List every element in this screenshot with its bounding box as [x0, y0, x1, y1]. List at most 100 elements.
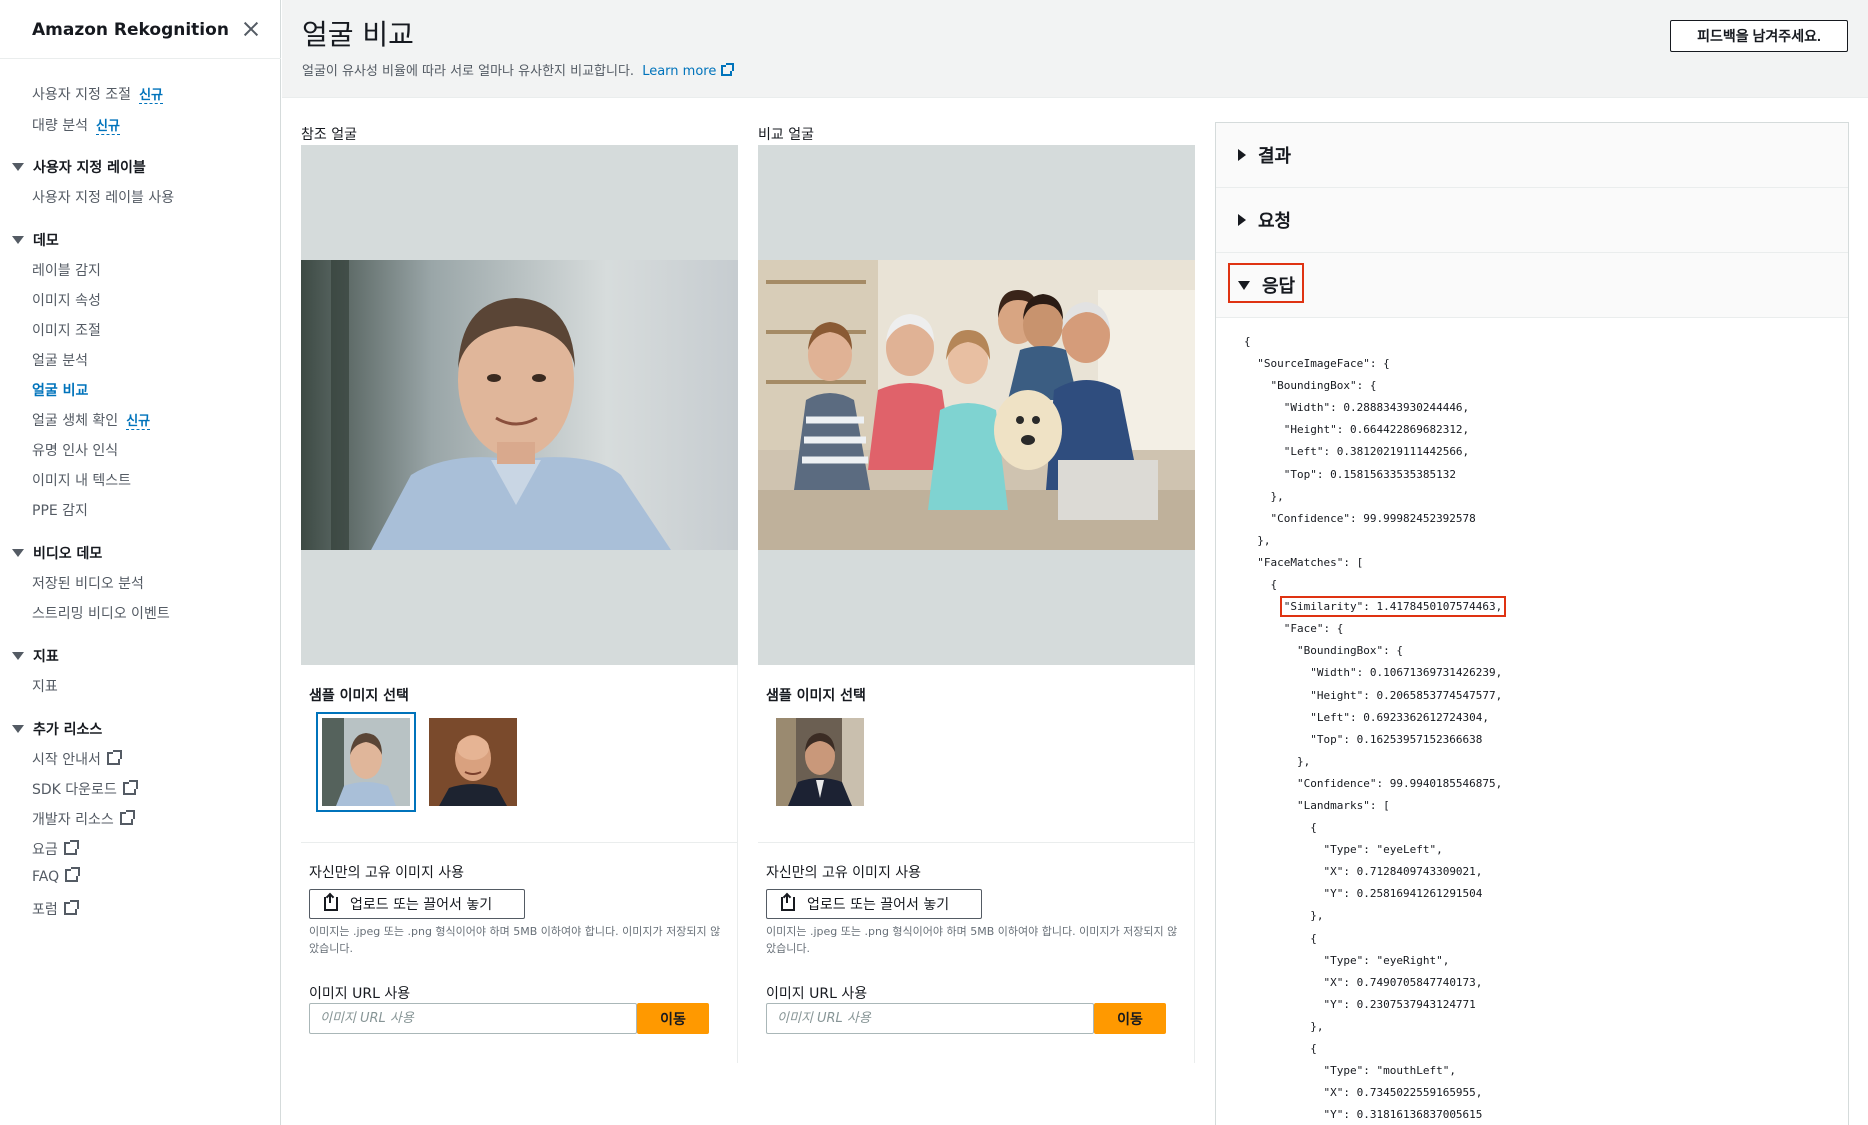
json-line: { — [1310, 1042, 1317, 1055]
comparison-face-label: 비교 얼굴 — [758, 127, 814, 143]
sidebar-item-label: 대량 분석 — [32, 118, 88, 134]
external-link-icon — [106, 750, 122, 765]
json-line: "BoundingBox": { — [1270, 379, 1377, 393]
sidebar-item-face-analysis[interactable]: 얼굴 분석 — [32, 350, 88, 370]
sample-images-title: 샘플 이미지 선택 — [766, 688, 866, 704]
section-demos[interactable]: 데모 — [12, 230, 59, 250]
sidebar-item-streaming-video[interactable]: 스트리밍 비디오 이벤트 — [32, 603, 170, 623]
section-title: 사용자 지정 레이블 — [33, 160, 146, 176]
upload-button-label: 업로드 또는 끌어서 놓기 — [350, 897, 493, 913]
reference-image-area[interactable] — [301, 145, 738, 665]
sidebar-item-celebrity-recognition[interactable]: 유명 인사 인식 — [32, 440, 118, 460]
comparison-image-area[interactable] — [758, 145, 1195, 665]
json-line: "Similarity": 1.4178450107574463, — [1244, 596, 1507, 618]
external-link-icon — [63, 840, 79, 855]
request-section-header[interactable]: 요청 — [1216, 188, 1848, 253]
sidebar-item-developer-resources[interactable]: 개발자 리소스 — [32, 809, 135, 829]
upload-button[interactable]: 업로드 또는 끌어서 놓기 — [766, 889, 982, 919]
section-video-demos[interactable]: 비디오 데모 — [12, 543, 102, 563]
json-line: "Landmarks": [ — [1296, 798, 1390, 812]
json-line: "Left": 0.6923362612724304, — [1310, 710, 1490, 724]
section-custom-labels[interactable]: 사용자 지정 레이블 — [12, 157, 146, 177]
sidebar-item-bulk-analysis[interactable]: 대량 분석 신규 — [32, 115, 120, 135]
json-line: }, — [1296, 754, 1311, 768]
reference-face-label: 참조 얼굴 — [301, 127, 357, 143]
results-section-header[interactable]: 결과 — [1216, 123, 1848, 188]
json-line: "Confidence": 99.9940185546875, — [1296, 776, 1503, 790]
image-url-input[interactable] — [309, 1003, 637, 1034]
sidebar-title[interactable]: Amazon Rekognition — [32, 20, 229, 40]
caret-down-icon — [1238, 281, 1250, 290]
json-line: "Face": { — [1283, 622, 1344, 636]
sidebar-item-forum[interactable]: 포럼 — [32, 899, 79, 919]
external-link-icon[interactable] — [721, 63, 735, 76]
external-link-icon — [63, 900, 79, 915]
sample-thumbnail-1[interactable] — [776, 718, 864, 806]
sidebar-item-stored-video[interactable]: 저장된 비디오 분석 — [32, 573, 144, 593]
section-additional-resources[interactable]: 추가 리소스 — [12, 719, 102, 739]
new-badge: 신규 — [139, 88, 163, 104]
sidebar-item-sdk-download[interactable]: SDK 다운로드 — [32, 779, 138, 799]
section-title: 데모 — [33, 233, 59, 249]
sidebar-item-label: 시작 안내서 — [32, 752, 101, 768]
close-icon[interactable] — [240, 18, 262, 40]
sidebar-item-faq[interactable]: FAQ — [32, 867, 81, 885]
upload-button-label: 업로드 또는 끌어서 놓기 — [807, 897, 950, 913]
caret-down-icon — [12, 652, 24, 660]
sample-images-title: 샘플 이미지 선택 — [309, 688, 409, 704]
section-title: 지표 — [33, 649, 59, 665]
go-button[interactable]: 이동 — [1094, 1003, 1166, 1034]
sidebar-item-pricing[interactable]: 요금 — [32, 839, 79, 859]
caret-right-icon — [1238, 214, 1246, 226]
side-navigation: Amazon Rekognition 사용자 지정 조절 신규 대량 분석 신규 사… — [0, 0, 281, 1125]
sidebar-item-label: 얼굴 생체 확인 — [32, 413, 119, 429]
sidebar-item-ppe-detection[interactable]: PPE 감지 — [32, 500, 88, 520]
section-metrics[interactable]: 지표 — [12, 646, 59, 666]
response-section-header[interactable]: 응답 — [1216, 253, 1848, 318]
learn-more-link[interactable]: Learn more — [642, 64, 716, 79]
caret-down-icon — [12, 236, 24, 244]
sidebar-item-label: FAQ — [32, 869, 60, 885]
json-line: "Top": 0.16253957152366638 — [1310, 732, 1483, 746]
sidebar-item-text-in-image[interactable]: 이미지 내 텍스트 — [32, 470, 131, 490]
image-url-input[interactable] — [766, 1003, 1094, 1034]
own-image-title: 자신만의 고유 이미지 사용 — [309, 865, 465, 881]
json-line: "X": 0.7128409743309021, — [1323, 865, 1483, 879]
reference-face-panel: 샘플 이미지 선택 자신만의 고유 이미지 사용 업로드 또는 끌어서 놓기 이… — [301, 145, 738, 1063]
url-title: 이미지 URL 사용 — [309, 986, 411, 1002]
results-section-title: 결과 — [1238, 142, 1291, 168]
upload-icon — [781, 895, 795, 911]
sidebar-item-metrics[interactable]: 지표 — [32, 676, 58, 696]
sample-thumbnail-1[interactable] — [316, 712, 416, 812]
sidebar-item-image-properties[interactable]: 이미지 속성 — [32, 290, 101, 310]
feedback-button[interactable]: 피드백을 남겨주세요. — [1670, 20, 1848, 52]
caret-down-icon — [12, 549, 24, 557]
sidebar-item-label-detection[interactable]: 레이블 감지 — [32, 260, 101, 280]
json-line: "Type": "eyeLeft", — [1323, 843, 1443, 857]
sidebar-item-image-moderation[interactable]: 이미지 조절 — [32, 320, 101, 340]
json-line: "Left": 0.38120219111442566, — [1283, 445, 1470, 459]
caret-down-icon — [12, 725, 24, 733]
sidebar-item-use-custom-labels[interactable]: 사용자 지정 레이블 사용 — [32, 187, 174, 207]
reference-face-photo — [301, 260, 738, 550]
go-button[interactable]: 이동 — [637, 1003, 709, 1034]
sidebar-item-custom-moderation[interactable]: 사용자 지정 조절 신규 — [32, 84, 163, 104]
section-label: 결과 — [1258, 146, 1292, 167]
json-line: }, — [1257, 533, 1271, 547]
json-line: { — [1270, 578, 1278, 592]
upload-hint: 이미지는 .jpeg 또는 .png 형식이어야 하며 5MB 이하여야 합니다… — [766, 925, 1178, 955]
comparison-family-photo — [758, 260, 1195, 550]
upload-button[interactable]: 업로드 또는 끌어서 놓기 — [309, 889, 525, 919]
sidebar-item-face-comparison[interactable]: 얼굴 비교 — [32, 380, 88, 400]
json-line: "FaceMatches": [ — [1257, 555, 1364, 569]
json-line: { — [1244, 335, 1251, 348]
json-line: }, — [1270, 489, 1284, 503]
json-line: "Y": 0.31816136837005615 — [1323, 1108, 1483, 1122]
external-link-icon — [122, 780, 138, 795]
sidebar-item-label: SDK 다운로드 — [32, 782, 117, 798]
sidebar-item-getting-started[interactable]: 시작 안내서 — [32, 749, 122, 769]
json-line: "Top": 0.15815633535385132 — [1283, 467, 1456, 481]
section-divider — [301, 842, 738, 843]
sample-thumbnail-2[interactable] — [429, 718, 517, 806]
sidebar-item-face-liveness[interactable]: 얼굴 생체 확인 신규 — [32, 410, 151, 430]
